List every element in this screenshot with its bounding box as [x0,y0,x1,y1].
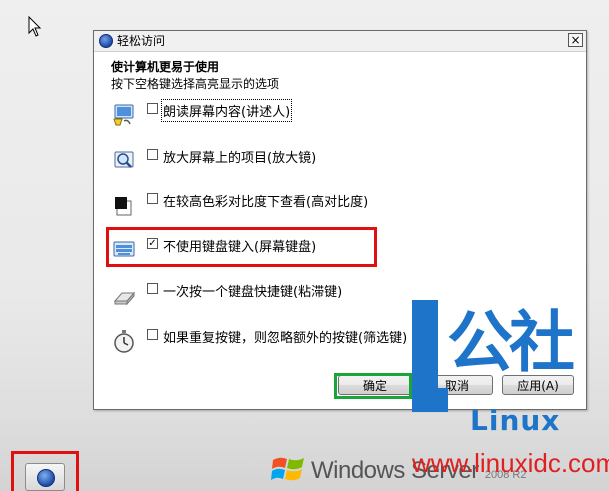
filter-keys-label[interactable]: 如果重复按键，则忽略额外的按键(筛选键) [163,327,407,346]
option-narrator[interactable]: 朗读屏幕内容(讲述人) [112,99,372,133]
mouse-cursor-icon [28,16,42,37]
narrator-checkbox[interactable] [147,103,158,114]
dialog-title: 轻松访问 [117,34,166,48]
narrator-icon [113,104,134,126]
annotation-box-ok-button [334,373,412,399]
watermark-url: www.linuxidc.com [412,448,609,478]
watermark-l-foot [412,388,448,412]
filter-keys-checkbox[interactable] [147,329,158,340]
windows-flag-icon [271,457,304,481]
magnifier-label[interactable]: 放大屏幕上的项目(放大镜) [163,147,316,166]
ease-of-access-button[interactable] [25,463,65,491]
option-sticky-keys[interactable]: 一次按一个键盘快捷键(粘滞键) [112,281,372,313]
high-contrast-label[interactable]: 在较高色彩对比度下查看(高对比度) [163,191,368,210]
filter-keys-icon [114,330,134,353]
high-contrast-icon [115,197,132,216]
option-magnifier[interactable]: 放大屏幕上的项目(放大镜) [112,147,372,179]
magnifier-checkbox[interactable] [147,149,158,160]
close-button[interactable]: × [568,33,583,47]
narrator-label[interactable]: 朗读屏幕内容(讲述人) [160,99,293,122]
dialog-heading: 使计算机更易于使用 [111,60,220,74]
dialog-subheading: 按下空格键选择高亮显示的选项 [111,77,280,91]
sticky-keys-checkbox[interactable] [147,283,158,294]
ease-of-access-icon [37,469,55,487]
option-filter-keys[interactable]: 如果重复按键，则忽略额外的按键(筛选键) [112,327,412,359]
ease-of-access-icon [99,34,113,48]
option-high-contrast[interactable]: 在较高色彩对比度下查看(高对比度) [112,191,412,223]
sticky-keys-icon [113,291,136,306]
magnifier-icon [114,151,134,168]
annotation-box-keyboard-option [106,227,377,267]
watermark-chars: 公社 [447,304,575,381]
watermark-linux: Linux [470,404,561,437]
high-contrast-checkbox[interactable] [147,193,158,204]
dialog-titlebar[interactable]: 轻松访问 × [94,31,586,52]
sticky-keys-label[interactable]: 一次按一个键盘快捷键(粘滞键) [163,281,342,300]
